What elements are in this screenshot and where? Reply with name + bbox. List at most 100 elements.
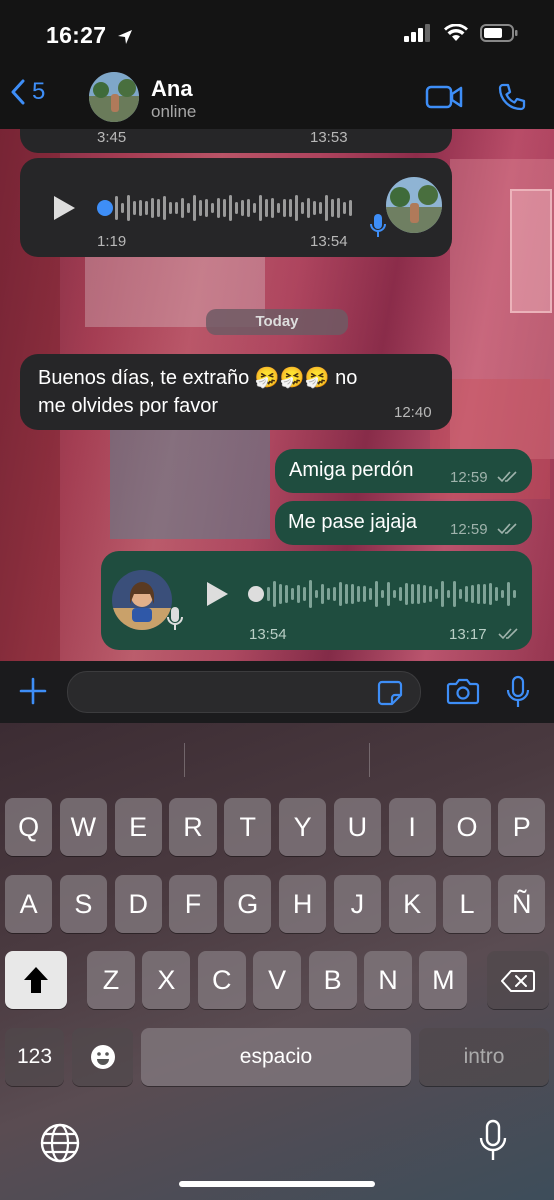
contact-avatar[interactable] bbox=[89, 72, 139, 122]
key-f[interactable]: F bbox=[169, 875, 217, 933]
waveform-bar bbox=[411, 583, 414, 605]
waveform-bar bbox=[181, 197, 184, 219]
waveform-bar bbox=[151, 197, 154, 219]
message-time: 13:17 bbox=[449, 626, 487, 643]
key-u[interactable]: U bbox=[333, 798, 381, 856]
incoming-voice-message[interactable]: 1:19 13:54 bbox=[20, 158, 452, 257]
outgoing-text-message[interactable]: Me pase jajaja 12:59 bbox=[275, 501, 532, 545]
return-key[interactable]: intro bbox=[419, 1028, 549, 1086]
waveform-bar bbox=[247, 199, 250, 217]
waveform-bar bbox=[337, 197, 340, 219]
waveform-bar bbox=[211, 202, 214, 214]
message-text-line1-end: no bbox=[335, 367, 358, 389]
waveform-bar bbox=[331, 199, 334, 217]
waveform-bar bbox=[223, 198, 226, 218]
top-bar: 16:27 5 Ana online bbox=[0, 0, 554, 129]
key-y[interactable]: Y bbox=[279, 798, 327, 856]
incoming-text-message[interactable]: Buenos días, te extraño 🤧🤧🤧 no me olvide… bbox=[20, 354, 452, 430]
play-icon[interactable] bbox=[205, 581, 229, 607]
waveform-bar bbox=[229, 194, 232, 222]
space-key[interactable]: espacio bbox=[141, 1028, 411, 1086]
back-button[interactable]: 5 bbox=[10, 78, 45, 106]
avatar-photo bbox=[386, 177, 442, 233]
waveform-bar bbox=[295, 194, 298, 222]
emoji-group: 🤧🤧🤧 bbox=[254, 365, 330, 389]
voice-waveform[interactable] bbox=[115, 193, 352, 223]
message-text-line2: me olvides por favor bbox=[38, 395, 219, 417]
phone-call-icon[interactable] bbox=[497, 82, 527, 112]
camera-icon[interactable] bbox=[446, 677, 480, 705]
key-s[interactable]: S bbox=[59, 875, 107, 933]
key-e[interactable]: E bbox=[114, 798, 162, 856]
message-input[interactable] bbox=[67, 671, 421, 713]
key-p[interactable]: P bbox=[498, 798, 546, 856]
date-separator: Today bbox=[206, 309, 348, 335]
contact-name[interactable]: Ana bbox=[151, 76, 193, 102]
key-c[interactable]: C bbox=[197, 951, 246, 1009]
waveform-bar bbox=[253, 202, 256, 214]
waveform-bar bbox=[139, 199, 142, 217]
waveform-bar bbox=[315, 589, 318, 599]
video-call-icon[interactable] bbox=[425, 84, 463, 110]
key-x[interactable]: X bbox=[142, 951, 191, 1009]
status-time: 16:27 bbox=[46, 22, 107, 48]
chat-area[interactable]: 3:45 13:53 1:19 13:54 Today Buenos días,… bbox=[0, 129, 554, 661]
shift-key[interactable] bbox=[5, 951, 67, 1009]
key-k[interactable]: K bbox=[388, 875, 436, 933]
wifi-icon bbox=[444, 24, 468, 41]
waveform-bar bbox=[495, 587, 498, 601]
key-j[interactable]: J bbox=[333, 875, 381, 933]
key-g[interactable]: G bbox=[224, 875, 272, 933]
key-w[interactable]: W bbox=[59, 798, 107, 856]
dictation-microphone-icon[interactable] bbox=[478, 1119, 508, 1163]
waveform-bar bbox=[459, 588, 462, 600]
emoji-key[interactable] bbox=[72, 1028, 133, 1086]
key-d[interactable]: D bbox=[114, 875, 162, 933]
key-a[interactable]: A bbox=[5, 875, 53, 933]
key-n[interactable]: N bbox=[364, 951, 412, 1009]
sticker-icon[interactable] bbox=[377, 680, 403, 706]
waveform-bar bbox=[327, 587, 330, 601]
key-v[interactable]: V bbox=[253, 951, 302, 1009]
key-r[interactable]: R bbox=[169, 798, 217, 856]
waveform-bar bbox=[127, 194, 130, 222]
waveform-bar bbox=[297, 584, 300, 604]
location-arrow-icon bbox=[118, 30, 132, 44]
voice-waveform[interactable] bbox=[267, 579, 516, 609]
partial-voice-message[interactable]: 3:45 13:53 bbox=[20, 129, 452, 153]
waveform-bar bbox=[477, 583, 480, 605]
waveform-bar bbox=[277, 203, 280, 213]
outgoing-voice-message[interactable]: 13:54 13:17 bbox=[101, 551, 532, 650]
waveform-bar bbox=[375, 580, 378, 608]
key-l[interactable]: L bbox=[443, 875, 491, 933]
waveform-bar bbox=[271, 198, 274, 218]
key-ñ[interactable]: Ñ bbox=[498, 875, 546, 933]
waveform-bar bbox=[349, 199, 352, 217]
numbers-key[interactable]: 123 bbox=[5, 1028, 64, 1086]
waveform-bar bbox=[501, 589, 504, 599]
globe-icon[interactable] bbox=[40, 1123, 80, 1163]
voice-progress-knob[interactable] bbox=[248, 586, 264, 602]
waveform-bar bbox=[291, 588, 294, 600]
voice-progress-knob[interactable] bbox=[97, 200, 113, 216]
key-q[interactable]: Q bbox=[5, 798, 53, 856]
chat-header: 5 Ana online bbox=[0, 64, 554, 129]
delete-key[interactable] bbox=[487, 951, 549, 1009]
key-b[interactable]: B bbox=[308, 951, 357, 1009]
key-o[interactable]: O bbox=[443, 798, 491, 856]
sender-avatar bbox=[112, 570, 172, 630]
key-h[interactable]: H bbox=[279, 875, 327, 933]
waveform-bar bbox=[357, 586, 360, 602]
key-t[interactable]: T bbox=[224, 798, 272, 856]
key-m[interactable]: M bbox=[419, 951, 468, 1009]
plus-icon[interactable] bbox=[18, 676, 48, 706]
waveform-bar bbox=[343, 201, 346, 215]
key-i[interactable]: I bbox=[388, 798, 436, 856]
microphone-icon[interactable] bbox=[506, 675, 530, 709]
key-z[interactable]: Z bbox=[87, 951, 135, 1009]
play-icon[interactable] bbox=[52, 195, 76, 221]
waveform-bar bbox=[345, 583, 348, 605]
waveform-bar bbox=[157, 198, 160, 218]
waveform-bar bbox=[265, 199, 268, 217]
outgoing-text-message[interactable]: Amiga perdón 12:59 bbox=[275, 449, 532, 493]
